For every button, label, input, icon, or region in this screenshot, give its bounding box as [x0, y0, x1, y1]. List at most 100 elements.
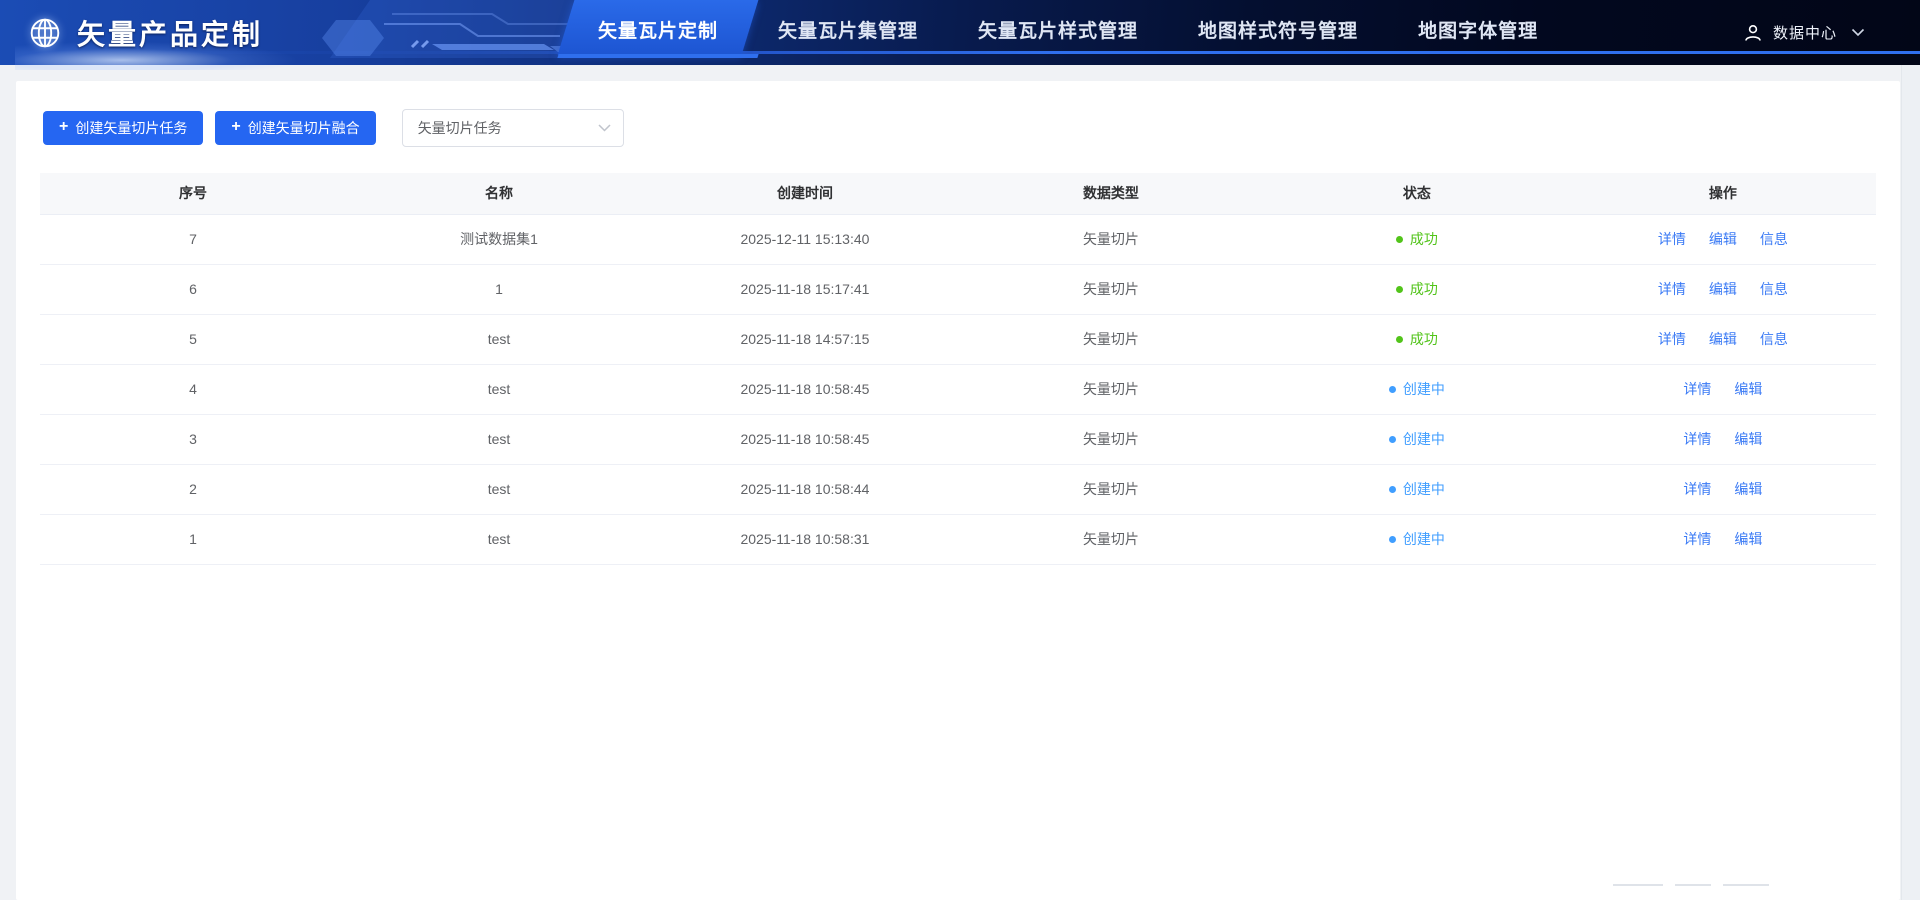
tab-vector-tile-style-manage[interactable]: 矢量瓦片样式管理: [952, 0, 1164, 65]
cell-name: 1: [346, 265, 652, 314]
action-edit-link[interactable]: 编辑: [1734, 365, 1762, 414]
action-detail-link[interactable]: 详情: [1658, 215, 1686, 264]
action-edit-link[interactable]: 编辑: [1734, 415, 1762, 464]
cell-seq: 7: [40, 215, 346, 264]
globe-icon: [26, 14, 64, 52]
cell-created: 2025-12-11 15:13:40: [652, 215, 958, 264]
cell-status: 成功: [1264, 215, 1570, 264]
cell-actions: 详情编辑信息: [1570, 265, 1876, 314]
action-detail-link[interactable]: 详情: [1683, 465, 1711, 514]
cell-type: 矢量切片: [958, 515, 1264, 564]
user-menu[interactable]: 数据中心: [1743, 0, 1865, 65]
task-table: 序号 名称 创建时间 数据类型 状态 操作 7 测试数据集1 2025-12-1…: [40, 173, 1876, 565]
cell-actions: 详情编辑信息: [1570, 215, 1876, 264]
cell-type: 矢量切片: [958, 265, 1264, 314]
cell-status: 创建中: [1264, 465, 1570, 514]
action-detail-link[interactable]: 详情: [1683, 365, 1711, 414]
cell-name: test: [346, 365, 652, 414]
app-header: 矢量产品定制 矢量瓦片定制矢量瓦片集管理矢量瓦片样式管理地图样式符号管理地图字体…: [0, 0, 1920, 65]
cell-actions: 详情编辑: [1570, 465, 1876, 514]
header-decoration: [292, 0, 582, 58]
create-vector-tile-task-button[interactable]: + 创建矢量切片任务: [43, 111, 203, 145]
cell-type: 矢量切片: [958, 465, 1264, 514]
action-info-link[interactable]: 信息: [1760, 315, 1788, 364]
column-header-created: 创建时间: [652, 173, 958, 214]
app-title: 矢量产品定制: [77, 13, 263, 53]
action-detail-link[interactable]: 详情: [1683, 415, 1711, 464]
action-edit-link[interactable]: 编辑: [1734, 515, 1762, 564]
tab-vector-tile-custom[interactable]: 矢量瓦片定制: [572, 0, 744, 65]
status-dot-icon: [1389, 486, 1396, 493]
cell-created: 2025-11-18 15:17:41: [652, 265, 958, 314]
status-label: 创建中: [1403, 465, 1445, 514]
status-dot-icon: [1389, 536, 1396, 543]
user-icon: [1743, 23, 1763, 43]
cell-status: 成功: [1264, 315, 1570, 364]
page-scrollbar[interactable]: [1901, 65, 1920, 900]
cell-actions: 详情编辑: [1570, 365, 1876, 414]
table-row: 3 test 2025-11-18 10:58:45 矢量切片 创建中 详情编辑: [40, 415, 1876, 465]
status-dot-icon: [1389, 386, 1396, 393]
cell-name: test: [346, 515, 652, 564]
status-label: 成功: [1410, 215, 1438, 264]
status-label: 创建中: [1403, 415, 1445, 464]
cell-type: 矢量切片: [958, 415, 1264, 464]
action-detail-link[interactable]: 详情: [1683, 515, 1711, 564]
status-dot-icon: [1396, 236, 1403, 243]
cell-actions: 详情编辑: [1570, 415, 1876, 464]
nav-tabs: 矢量瓦片定制矢量瓦片集管理矢量瓦片样式管理地图样式符号管理地图字体管理: [572, 0, 1564, 65]
tab-map-font-manage[interactable]: 地图字体管理: [1392, 0, 1564, 65]
cell-seq: 6: [40, 265, 346, 314]
table-row: 4 test 2025-11-18 10:58:45 矢量切片 创建中 详情编辑: [40, 365, 1876, 415]
cell-type: 矢量切片: [958, 315, 1264, 364]
cell-actions: 详情编辑: [1570, 515, 1876, 564]
table-row: 2 test 2025-11-18 10:58:44 矢量切片 创建中 详情编辑: [40, 465, 1876, 515]
cell-status: 创建中: [1264, 365, 1570, 414]
plus-icon: +: [231, 119, 240, 135]
content-card: + 创建矢量切片任务 + 创建矢量切片融合 矢量切片任务 序号 名称 创建时间 …: [16, 81, 1900, 900]
action-info-link[interactable]: 信息: [1760, 265, 1788, 314]
action-edit-link[interactable]: 编辑: [1709, 315, 1737, 364]
pagination-fragment: [1613, 884, 1663, 886]
cell-seq: 1: [40, 515, 346, 564]
cell-created: 2025-11-18 10:58:31: [652, 515, 958, 564]
action-edit-link[interactable]: 编辑: [1709, 265, 1737, 314]
column-header-status: 状态: [1264, 173, 1570, 214]
pagination-fragment: [1675, 884, 1711, 886]
status-label: 成功: [1410, 265, 1438, 314]
cell-name: 测试数据集1: [346, 215, 652, 264]
chevron-down-icon: [1851, 28, 1865, 37]
tab-vector-tileset-manage[interactable]: 矢量瓦片集管理: [752, 0, 944, 65]
status-label: 成功: [1410, 315, 1438, 364]
create-vector-tile-merge-button[interactable]: + 创建矢量切片融合: [215, 111, 375, 145]
action-info-link[interactable]: 信息: [1760, 215, 1788, 264]
task-type-select-value: 矢量切片任务: [418, 118, 502, 138]
table-row: 6 1 2025-11-18 15:17:41 矢量切片 成功 详情编辑信息: [40, 265, 1876, 315]
action-detail-link[interactable]: 详情: [1658, 265, 1686, 314]
status-label: 创建中: [1403, 515, 1445, 564]
status-label: 创建中: [1403, 365, 1445, 414]
cell-created: 2025-11-18 14:57:15: [652, 315, 958, 364]
cell-name: test: [346, 465, 652, 514]
cell-name: test: [346, 315, 652, 364]
task-type-select[interactable]: 矢量切片任务: [402, 109, 624, 147]
status-dot-icon: [1396, 286, 1403, 293]
tab-map-style-symbol-manage[interactable]: 地图样式符号管理: [1172, 0, 1384, 65]
action-edit-link[interactable]: 编辑: [1734, 465, 1762, 514]
user-name: 数据中心: [1773, 22, 1837, 43]
plus-icon: +: [59, 119, 68, 135]
pagination-fragment: [1723, 884, 1769, 886]
table-row: 7 测试数据集1 2025-12-11 15:13:40 矢量切片 成功 详情编…: [40, 215, 1876, 265]
cell-seq: 5: [40, 315, 346, 364]
app-logo: 矢量产品定制: [26, 0, 263, 65]
table-header: 序号 名称 创建时间 数据类型 状态 操作: [40, 173, 1876, 215]
cell-seq: 2: [40, 465, 346, 514]
action-edit-link[interactable]: 编辑: [1709, 215, 1737, 264]
chevron-down-icon: [598, 124, 611, 132]
table-row: 1 test 2025-11-18 10:58:31 矢量切片 创建中 详情编辑: [40, 515, 1876, 565]
cell-created: 2025-11-18 10:58:45: [652, 365, 958, 414]
status-dot-icon: [1396, 336, 1403, 343]
action-detail-link[interactable]: 详情: [1658, 315, 1686, 364]
column-header-type: 数据类型: [958, 173, 1264, 214]
status-dot-icon: [1389, 436, 1396, 443]
